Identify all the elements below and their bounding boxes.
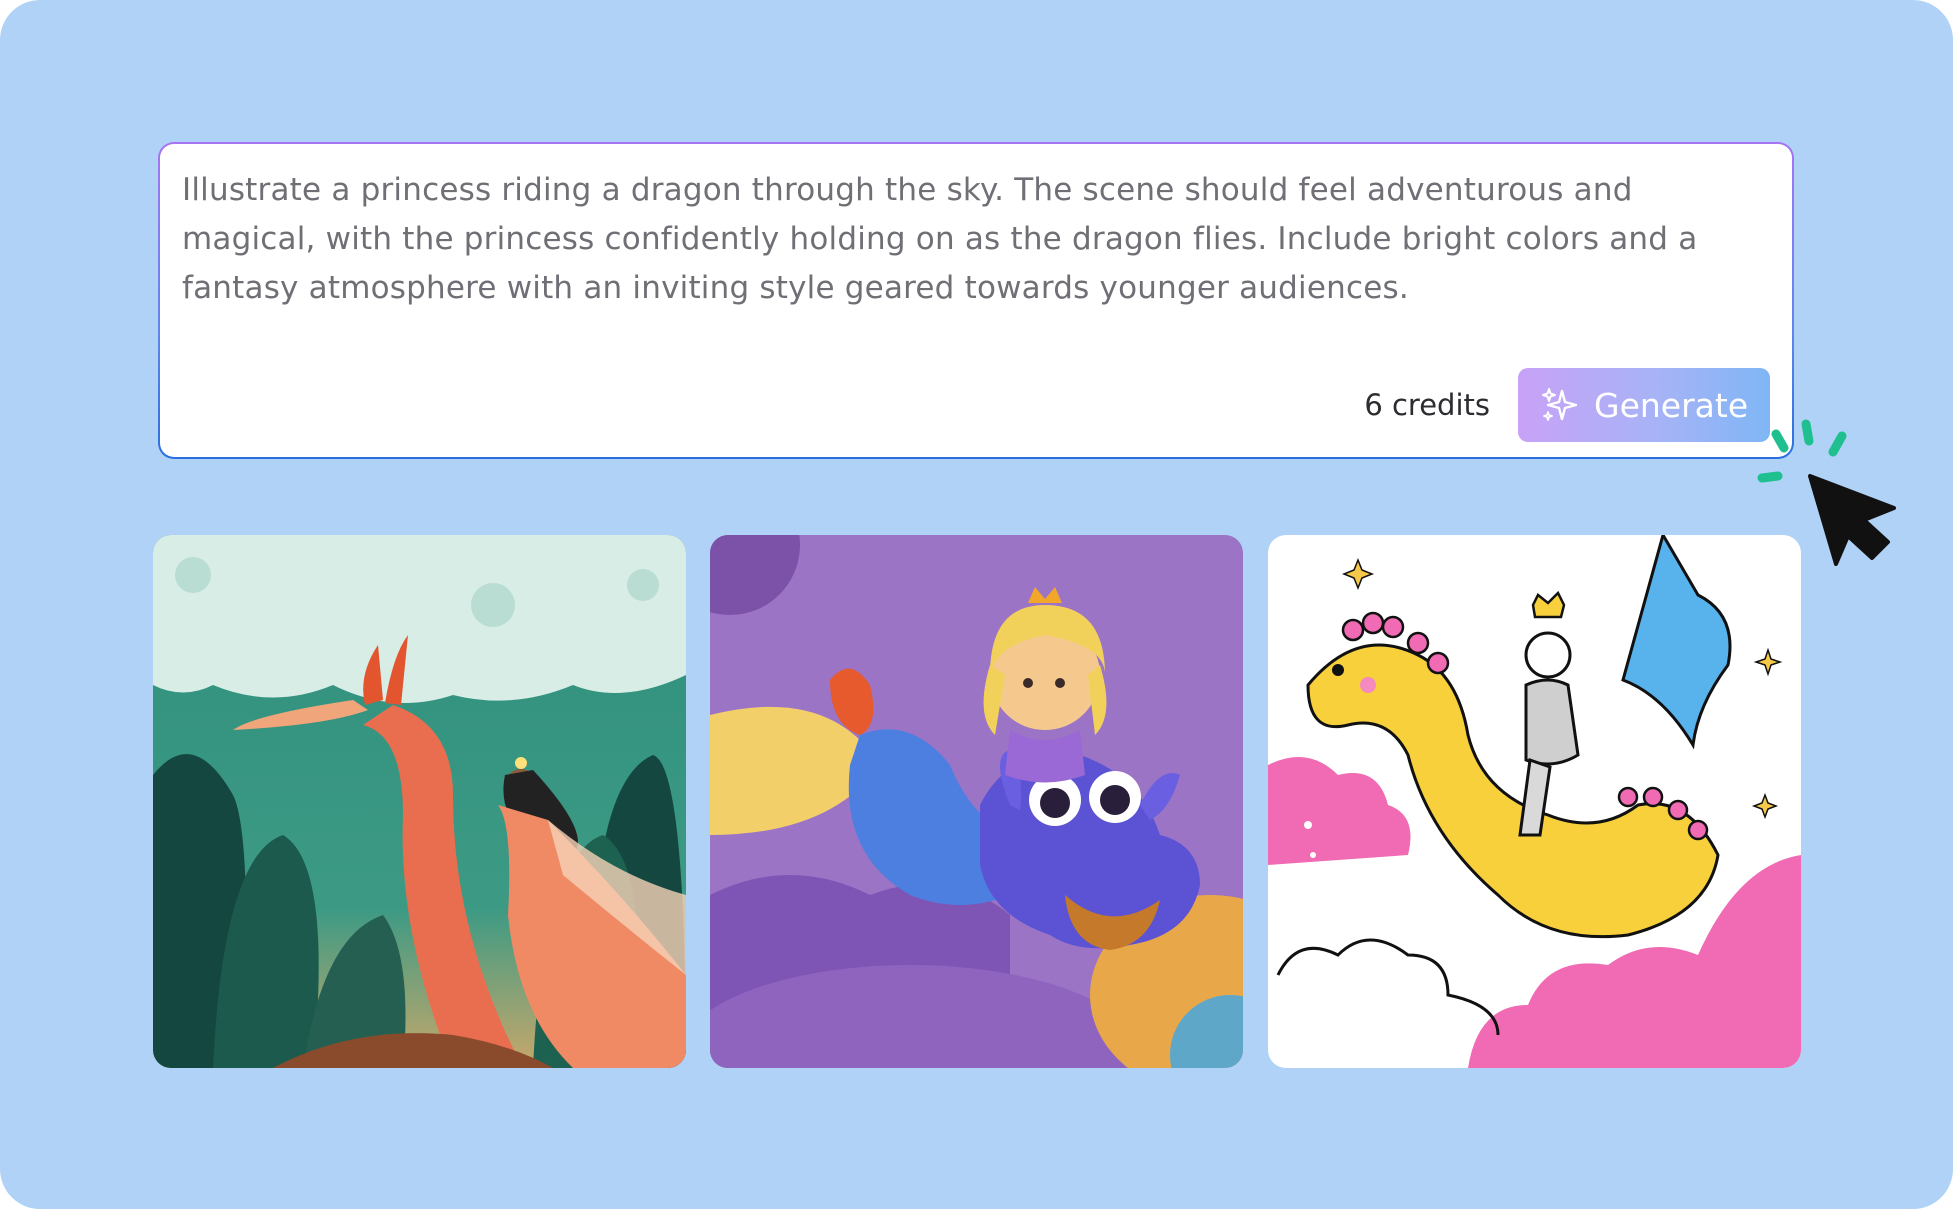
storybook-dragon-image (153, 535, 686, 1068)
result-image-3d[interactable] (710, 535, 1243, 1068)
clay-dragon-image (710, 535, 1243, 1068)
app-canvas: Illustrate a princess riding a dragon th… (0, 0, 1953, 1209)
prompt-card: Illustrate a princess riding a dragon th… (158, 142, 1794, 459)
credits-label: 6 credits (1364, 388, 1490, 422)
line-art-dragon-image (1268, 535, 1801, 1068)
prompt-textarea[interactable]: Illustrate a princess riding a dragon th… (182, 166, 1772, 313)
result-image-line-art[interactable] (1268, 535, 1801, 1068)
click-burst-icon (1757, 419, 1847, 483)
generate-button-label: Generate (1594, 385, 1749, 425)
sparkles-icon (1542, 388, 1578, 421)
result-image-storybook[interactable] (153, 535, 686, 1068)
generate-button[interactable]: Generate (1518, 368, 1770, 442)
